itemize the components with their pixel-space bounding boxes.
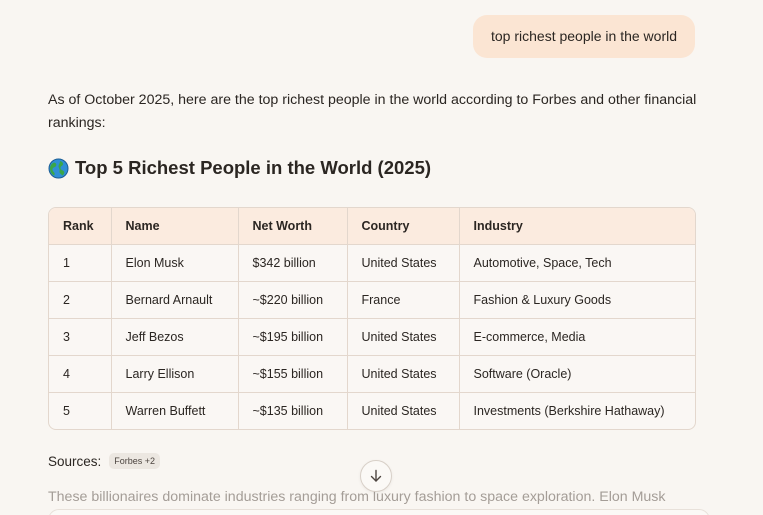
- cell-rank: 1: [49, 244, 112, 282]
- cell-industry: E-commerce, Media: [459, 318, 695, 356]
- cell-name: Warren Buffett: [111, 392, 239, 429]
- column-header-country: Country: [347, 208, 460, 245]
- arrow-down-icon: [370, 469, 382, 482]
- column-header-net-worth: Net Worth: [238, 208, 348, 245]
- chat-page: top richest people in the world As of Oc…: [0, 0, 763, 515]
- section-heading-text: Top 5 Richest People in the World (2025): [75, 157, 432, 178]
- cell-net-worth: ~$155 billion: [238, 355, 348, 393]
- table-row: 3 Jeff Bezos ~$195 billion United States…: [49, 318, 695, 356]
- cell-industry: Software (Oracle): [459, 355, 695, 393]
- table-header-row: Rank Name Net Worth Country Industry: [49, 208, 695, 245]
- section-heading: Top 5 Richest People in the World (2025): [48, 157, 431, 179]
- cell-rank: 5: [49, 392, 112, 429]
- table-row: 4 Larry Ellison ~$155 billion United Sta…: [49, 355, 695, 393]
- cell-name: Elon Musk: [111, 244, 239, 282]
- assistant-intro-text: As of October 2025, here are the top ric…: [48, 92, 697, 131]
- column-header-rank: Rank: [49, 208, 112, 245]
- table-row: 2 Bernard Arnault ~$220 billion France F…: [49, 281, 695, 319]
- cell-net-worth: ~$195 billion: [238, 318, 348, 356]
- cell-country: United States: [347, 318, 460, 356]
- cell-rank: 4: [49, 355, 112, 393]
- scroll-to-bottom-button[interactable]: [360, 460, 392, 492]
- cell-country: France: [347, 281, 460, 319]
- column-header-name: Name: [111, 208, 239, 245]
- cell-country: United States: [347, 244, 460, 282]
- user-message-text: top richest people in the world: [491, 28, 677, 44]
- cell-name: Larry Ellison: [111, 355, 239, 393]
- richest-people-table: Rank Name Net Worth Country Industry 1 E…: [48, 207, 696, 430]
- cell-rank: 2: [49, 281, 112, 319]
- table-row: 5 Warren Buffett ~$135 billion United St…: [49, 392, 695, 429]
- message-input-box[interactable]: [48, 509, 710, 515]
- user-message-bubble: top richest people in the world: [473, 15, 695, 58]
- sources-row: Sources: Forbes +2: [48, 453, 161, 469]
- cell-net-worth: ~$220 billion: [238, 281, 348, 319]
- globe-icon: [48, 158, 69, 179]
- cell-country: United States: [347, 392, 460, 429]
- column-header-industry: Industry: [459, 208, 695, 245]
- cell-rank: 3: [49, 318, 112, 356]
- sources-badge[interactable]: Forbes +2: [109, 453, 161, 469]
- cell-name: Bernard Arnault: [111, 281, 239, 319]
- cell-country: United States: [347, 355, 460, 393]
- cell-industry: Investments (Berkshire Hathaway): [473, 404, 665, 418]
- cell-name: Jeff Bezos: [111, 318, 239, 356]
- cell-net-worth: ~$135 billion: [238, 392, 348, 429]
- cell-industry: Fashion & Luxury Goods: [459, 281, 695, 319]
- table-row: 1 Elon Musk $342 billion United States A…: [49, 244, 695, 282]
- cell-net-worth: $342 billion: [238, 244, 348, 282]
- sources-label: Sources:: [48, 453, 102, 469]
- cell-industry: Automotive, Space, Tech: [459, 244, 695, 282]
